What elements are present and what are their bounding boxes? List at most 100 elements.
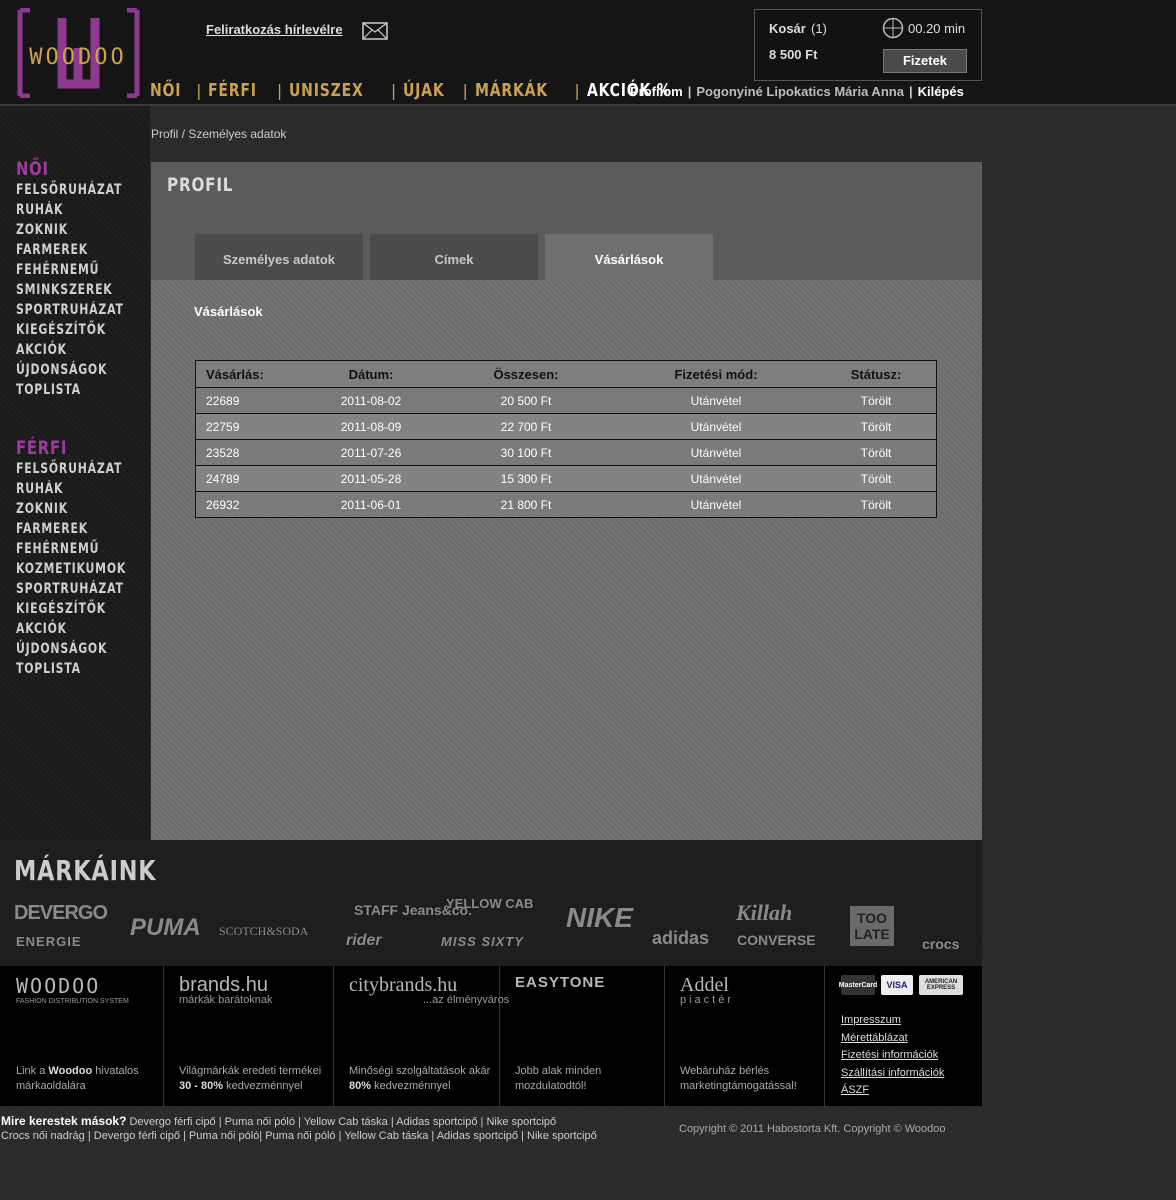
nav-separator: |	[196, 81, 203, 100]
user-name-link[interactable]: Pogonyiné Lipokatics Mária Anna	[696, 84, 904, 99]
sidebar-item[interactable]: FARMEREK	[16, 240, 124, 260]
footer-links: Impresszum Mérettáblázat Fizetési inform…	[841, 1012, 944, 1100]
visa-icon: VISA	[881, 975, 913, 995]
sidebar-item[interactable]: SPORTRUHÁZAT	[16, 300, 124, 320]
search-link[interactable]: Crocs női nadrág	[1, 1130, 85, 1142]
footer-link-payment-info[interactable]: Fizetési információk	[841, 1047, 944, 1065]
cart-label[interactable]: Kosár	[769, 21, 806, 36]
tab-purchases[interactable]: Vásárlások	[545, 234, 713, 280]
table-row[interactable]: 26932 2011-06-01 21 800 Ft Utánvétel Tör…	[195, 491, 937, 518]
partner-description: Link a Woodoo hivatalos márkaoldalára	[16, 1065, 139, 1092]
order-date: 2011-06-01	[306, 491, 436, 518]
brand-logo-energie[interactable]: ENERGIE	[16, 934, 82, 949]
brand-logo-rider[interactable]: rider	[346, 932, 382, 950]
search-link[interactable]: Devergo férfi cipő	[129, 1116, 215, 1128]
brand-logo-too-late[interactable]: TOO LATE	[850, 906, 894, 946]
newsletter-link[interactable]: Feliratkozás hírlevélre	[206, 22, 343, 37]
partner-woodoo[interactable]: WOODOO FASHION DISTRIBUTION SYSTEM Link …	[0, 966, 164, 1106]
partner-easytone[interactable]: EASYTONE Jobb alak minden mozdulatodtól!	[499, 966, 665, 1106]
search-link[interactable]: Nike sportcipő	[527, 1130, 597, 1142]
logout-link[interactable]: Kilépés	[918, 84, 964, 99]
mastercard-icon: MasterCard	[839, 975, 877, 995]
brand-logo-nike[interactable]: NIKE	[566, 902, 633, 934]
sidebar-item[interactable]: AKCIÓK	[16, 619, 126, 639]
sidebar-item[interactable]: TOPLISTA	[16, 659, 126, 679]
sidebar-item[interactable]: RUHÁK	[16, 200, 124, 220]
tab-personal-data[interactable]: Személyes adatok	[195, 234, 363, 280]
search-link[interactable]: Puma női póló	[265, 1130, 335, 1142]
search-link[interactable]: Yellow Cab táska	[304, 1116, 388, 1128]
sidebar-item[interactable]: FELSŐRUHÁZAT	[16, 459, 126, 479]
partner-tagline: FASHION DISTRIBUTION SYSTEM	[16, 998, 129, 1005]
column-header: Vásárlás:	[195, 360, 306, 388]
nav-new[interactable]: ÚJAK	[403, 80, 444, 101]
user-nav: Profilom | Pogonyiné Lipokatics Mária Anna…	[630, 84, 964, 99]
brand-logo-miss-sixty[interactable]: MISS SIXTY	[441, 934, 524, 949]
amex-icon: AMERICAN EXPRESS	[919, 975, 963, 995]
profile-link[interactable]: Profilom	[630, 84, 683, 99]
brand-logo-adidas[interactable]: adidas	[652, 928, 709, 949]
popular-searches-more: Crocs női nadrág | Devergo férfi cipő | …	[1, 1130, 597, 1142]
sidebar-item[interactable]: RUHÁK	[16, 479, 126, 499]
brand-logo-scotch-soda[interactable]: SCOTCH&SODA	[219, 924, 308, 939]
brand-logo-crocs[interactable]: crocs	[922, 936, 959, 952]
sidebar-item[interactable]: ZOKNIK	[16, 499, 126, 519]
payment-method: Utánvétel	[616, 413, 816, 440]
search-link[interactable]: Adidas sportcipő	[396, 1116, 477, 1128]
partner-addel[interactable]: Addel piactér Webáruház bérlés marketing…	[664, 966, 825, 1106]
table-row[interactable]: 24789 2011-05-28 15 300 Ft Utánvétel Tör…	[195, 465, 937, 492]
nav-brands[interactable]: MÁRKÁK	[475, 80, 548, 101]
sidebar-men-title[interactable]: FÉRFI	[16, 437, 126, 459]
partner-citybrands-hu[interactable]: citybrands.hu ...az élményváros Minőségi…	[333, 966, 509, 1106]
brand-logo-devergo[interactable]: DEVERGO	[14, 902, 108, 925]
sidebar-item[interactable]: ÚJDONSÁGOK	[16, 360, 124, 380]
sidebar-item[interactable]: FARMEREK	[16, 519, 126, 539]
sidebar-item[interactable]: SPORTRUHÁZAT	[16, 579, 126, 599]
column-header: Dátum:	[306, 360, 436, 388]
sidebar-item[interactable]: ZOKNIK	[16, 220, 124, 240]
sidebar-item[interactable]: FELSŐRUHÁZAT	[16, 180, 124, 200]
brand-logo-yellow-cab[interactable]: YELLOW CAB	[446, 896, 533, 911]
search-link[interactable]: Nike sportcipő	[486, 1116, 556, 1128]
search-link[interactable]: Puma női póló	[225, 1116, 295, 1128]
partner-tagline: ...az élményváros	[423, 994, 510, 1006]
search-link[interactable]: Adidas sportcipő	[437, 1130, 518, 1142]
sidebar-item[interactable]: TOPLISTA	[16, 380, 124, 400]
sidebar-item[interactable]: KIEGÉSZÍTŐK	[16, 599, 126, 619]
footer-link-terms[interactable]: ÁSZF	[841, 1082, 944, 1100]
search-link[interactable]: Devergo férfi cipő	[94, 1130, 180, 1142]
sidebar-women-title[interactable]: NŐI	[16, 158, 124, 180]
sidebar-item[interactable]: ÚJDONSÁGOK	[16, 639, 126, 659]
search-link[interactable]: Yellow Cab táska	[344, 1130, 428, 1142]
cart-timer: 00.20 min	[908, 21, 966, 36]
checkout-button[interactable]: Fizetek	[883, 49, 967, 73]
order-date: 2011-07-26	[306, 439, 436, 466]
order-id: 23528	[195, 439, 306, 466]
profile-header: PROFIL Személyes adatok Címek Vásárlások	[151, 162, 982, 280]
footer-link-impresszum[interactable]: Impresszum	[841, 1012, 944, 1030]
sidebar-item[interactable]: KIEGÉSZÍTŐK	[16, 320, 124, 340]
sidebar-item[interactable]: AKCIÓK	[16, 340, 124, 360]
partner-brands-hu[interactable]: brands.hu márkák barátoknak Világmárkák …	[163, 966, 334, 1106]
table-row[interactable]: 22759 2011-08-09 22 700 Ft Utánvétel Tör…	[195, 413, 937, 440]
search-link[interactable]: Puma női póló	[189, 1130, 259, 1142]
footer-link-shipping-info[interactable]: Szállítási információk	[841, 1065, 944, 1083]
brand-logo-converse[interactable]: CONVERSE	[737, 932, 816, 948]
brand-logo-puma[interactable]: PUMA	[130, 914, 201, 942]
nav-unisex[interactable]: UNISZEX	[289, 80, 364, 101]
sidebar-item[interactable]: KOZMETIKUMOK	[16, 559, 126, 579]
breadcrumb[interactable]: Profil / Személyes adatok	[151, 127, 286, 141]
table-row[interactable]: 22689 2011-08-02 20 500 Ft Utánvétel Tör…	[195, 387, 937, 414]
sidebar-item[interactable]: FEHÉRNEMŰ	[16, 260, 124, 280]
tab-addresses[interactable]: Címek	[370, 234, 538, 280]
table-row[interactable]: 23528 2011-07-26 30 100 Ft Utánvétel Tör…	[195, 439, 937, 466]
nav-men[interactable]: FÉRFI	[208, 80, 257, 101]
order-status: Törölt	[816, 387, 937, 414]
footer-link-size-chart[interactable]: Mérettáblázat	[841, 1030, 944, 1048]
woodoo-logo[interactable]: WOODOO	[16, 8, 141, 98]
nav-women[interactable]: NŐI	[150, 80, 181, 101]
sidebar-item[interactable]: SMINKSZEREK	[16, 280, 124, 300]
sidebar-item[interactable]: FEHÉRNEMŰ	[16, 539, 126, 559]
envelope-icon[interactable]	[362, 22, 388, 40]
brand-logo-killah[interactable]: Killah	[736, 900, 792, 926]
